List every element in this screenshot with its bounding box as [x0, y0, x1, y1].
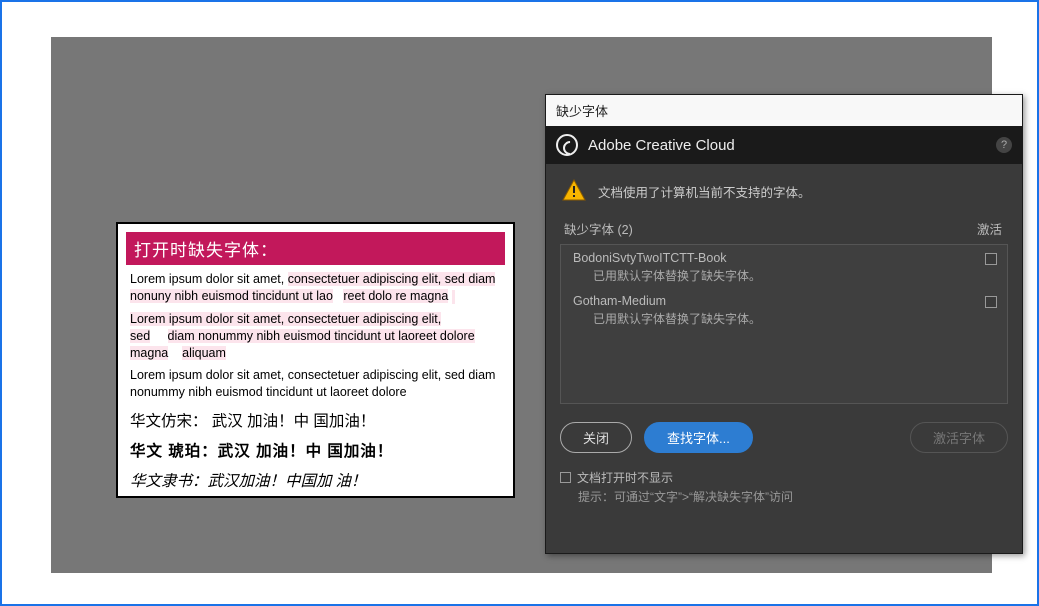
- creative-cloud-bar: Adobe Creative Cloud ?: [546, 126, 1022, 164]
- dont-show-checkbox[interactable]: [560, 472, 571, 483]
- footer-hint: 提示：可通过“文字”>“解决缺失字体”访问: [560, 488, 1008, 505]
- doc-cn-row-1: 华文仿宋： 武汉 加油！中 国加油！: [126, 409, 505, 431]
- font-list: BodoniSvtyTwoITCTT-Book 已用默认字体替换了缺失字体。 G…: [560, 244, 1008, 404]
- activate-checkbox[interactable]: [985, 296, 997, 308]
- warning-icon: [562, 178, 586, 205]
- dialog-button-row: 关闭 查找字体... 激活字体: [546, 404, 1022, 463]
- font-list-header: 缺少字体 (2) 激活: [546, 215, 1022, 244]
- font-status: 已用默认字体替换了缺失字体。: [573, 265, 761, 284]
- creative-cloud-label: Adobe Creative Cloud: [588, 137, 986, 154]
- missing-fonts-dialog: 缺少字体 Adobe Creative Cloud ? 文档使用了计算机当前不支…: [545, 94, 1023, 554]
- dialog-titlebar: 缺少字体: [546, 95, 1022, 126]
- doc-cn-row-2: 华文 琥珀：武汉 加油！中 国加油！: [126, 439, 505, 461]
- dont-show-label: 文档打开时不显示: [577, 469, 673, 486]
- help-icon[interactable]: ?: [996, 137, 1012, 153]
- figure-frame: 打开时缺失字体： Lorem ipsum dolor sit amet, con…: [0, 0, 1039, 606]
- activate-checkbox[interactable]: [985, 253, 997, 265]
- doc-heading: 打开时缺失字体：: [126, 232, 505, 265]
- font-status: 已用默认字体替换了缺失字体。: [573, 308, 761, 327]
- doc-paragraph-3: Lorem ipsum dolor sit amet, consectetuer…: [126, 367, 505, 401]
- creative-cloud-logo-icon: [556, 134, 578, 156]
- font-item[interactable]: BodoniSvtyTwoITCTT-Book 已用默认字体替换了缺失字体。: [561, 245, 1007, 288]
- activate-fonts-button: 激活字体: [910, 422, 1008, 453]
- font-name: Gotham-Medium: [573, 294, 761, 308]
- document-preview: 打开时缺失字体： Lorem ipsum dolor sit amet, con…: [116, 222, 515, 498]
- close-button[interactable]: 关闭: [560, 422, 632, 453]
- doc-paragraph-1: Lorem ipsum dolor sit amet, consectetuer…: [126, 271, 505, 305]
- font-item[interactable]: Gotham-Medium 已用默认字体替换了缺失字体。: [561, 288, 1007, 331]
- activate-column-header: 激活: [977, 219, 1002, 238]
- warning-row: 文档使用了计算机当前不支持的字体。: [546, 164, 1022, 215]
- text-cursor-icon: [452, 290, 455, 304]
- missing-fonts-count: 缺少字体 (2): [564, 219, 633, 238]
- font-name: BodoniSvtyTwoITCTT-Book: [573, 251, 761, 265]
- find-fonts-button[interactable]: 查找字体...: [644, 422, 753, 453]
- warning-text: 文档使用了计算机当前不支持的字体。: [598, 182, 811, 201]
- doc-paragraph-2: Lorem ipsum dolor sit amet, consectetuer…: [126, 311, 505, 362]
- doc-cn-row-3: 华文隶书：武汉加油！中国加 油！: [126, 469, 505, 491]
- app-canvas: 打开时缺失字体： Lorem ipsum dolor sit amet, con…: [51, 37, 992, 573]
- dialog-footer: 文档打开时不显示 提示：可通过“文字”>“解决缺失字体”访问: [546, 463, 1022, 517]
